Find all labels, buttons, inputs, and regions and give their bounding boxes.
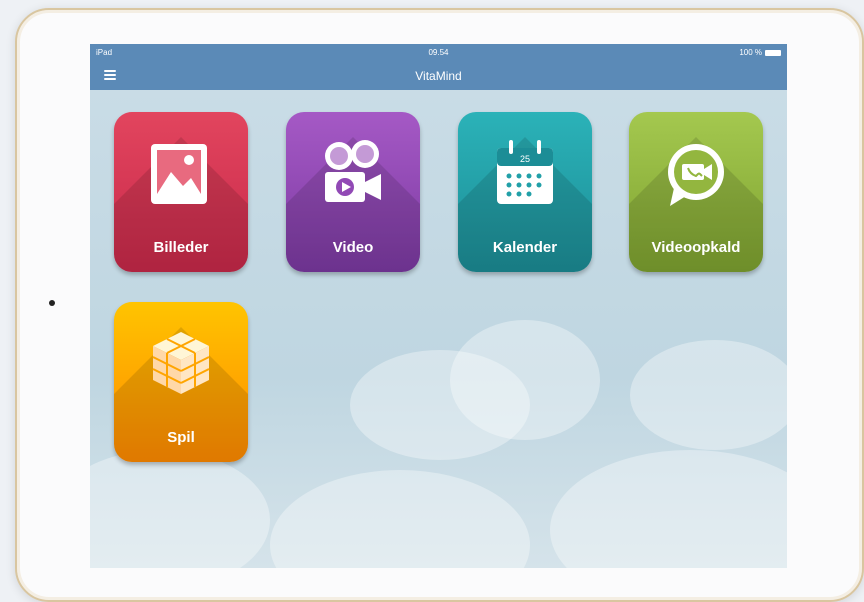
tile-kalender[interactable]: 25 Kalender bbox=[458, 112, 592, 272]
tile-label: Kalender bbox=[492, 239, 558, 256]
cube-icon bbox=[152, 332, 210, 394]
tile-video[interactable]: Video bbox=[286, 112, 420, 272]
calendar-icon: 25 bbox=[497, 140, 553, 204]
video-camera-icon bbox=[325, 140, 381, 202]
app-title: VitaMind bbox=[415, 69, 462, 83]
status-bar: iPad 09.54 100 % bbox=[90, 44, 787, 62]
video-call-icon bbox=[668, 144, 724, 206]
front-camera bbox=[49, 300, 55, 306]
calendar-day: 25 bbox=[520, 154, 530, 164]
battery-status: 100 % bbox=[739, 48, 781, 57]
battery-icon bbox=[765, 49, 781, 56]
tile-label: Billeder bbox=[153, 239, 209, 256]
tile-label: Videoopkald bbox=[651, 239, 741, 256]
tile-billeder[interactable]: Billeder bbox=[114, 112, 248, 272]
tile-videoopkald[interactable]: Videoopkald bbox=[629, 112, 763, 272]
tile-label: Spil bbox=[167, 429, 195, 446]
tile-spil[interactable]: Spil bbox=[114, 302, 248, 462]
battery-label: 100 % bbox=[739, 48, 762, 57]
clock: 09.54 bbox=[428, 48, 449, 57]
tile-label: Video bbox=[332, 239, 374, 256]
photo-icon bbox=[151, 144, 207, 204]
screen: iPad 09.54 100 % VitaMind Billeder Video… bbox=[90, 44, 787, 568]
nav-bar: VitaMind bbox=[90, 62, 787, 90]
home-grid: Billeder Video 25 Kalender Videoopkald S… bbox=[90, 90, 787, 568]
